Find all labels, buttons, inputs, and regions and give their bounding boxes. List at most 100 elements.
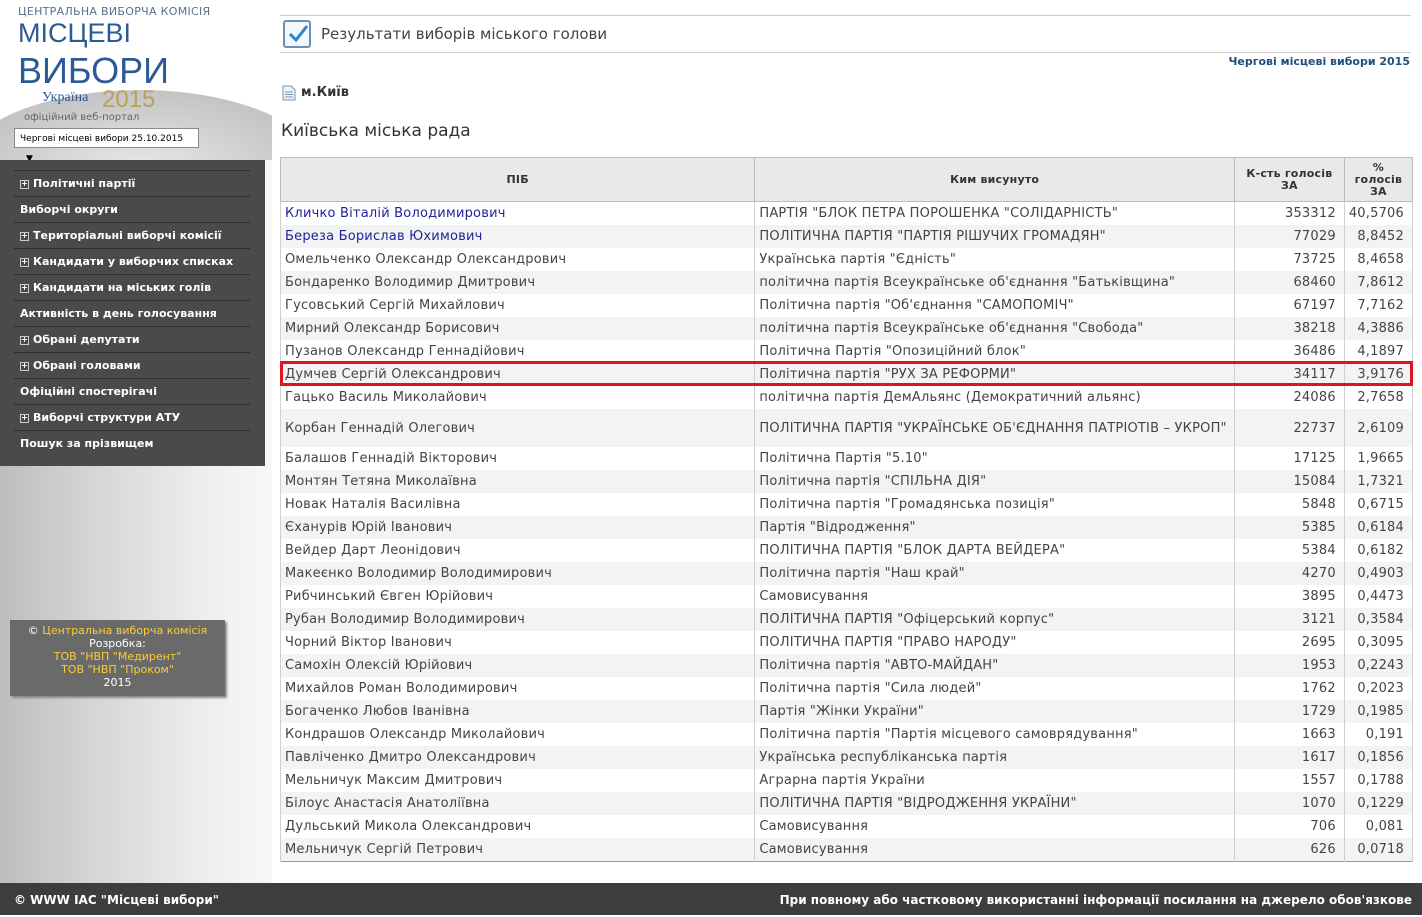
column-header-party[interactable]: Ким висунуто bbox=[754, 157, 1235, 202]
city-name: м.Київ bbox=[301, 85, 349, 100]
votes-percent-cell: 7,7162 bbox=[1343, 294, 1414, 317]
document-icon bbox=[282, 85, 296, 105]
expand-plus-icon[interactable]: + bbox=[20, 336, 29, 345]
candidate-name-cell: Корбан Геннадій Олегович bbox=[279, 409, 756, 447]
table-row: Дульський Микола Олександрович Самовисува… bbox=[279, 815, 1414, 838]
sidebar-item-label: Обрані депутати bbox=[33, 333, 140, 346]
sidebar-item-6[interactable]: + Обрані депутати bbox=[14, 326, 250, 352]
sidebar-item-label: Виборчі округи bbox=[20, 203, 118, 216]
sidebar-item-2[interactable]: + Територіальні виборчі комісії bbox=[14, 222, 250, 248]
expand-plus-icon[interactable]: + bbox=[20, 180, 29, 189]
votes-percent-cell: 0,1229 bbox=[1343, 792, 1414, 815]
sidebar-item-label: Територіальні виборчі комісії bbox=[33, 229, 222, 242]
nominated-by-cell: ПОЛІТИЧНА ПАРТІЯ "ПАРТІЯ РІШУЧИХ ГРОМАДЯ… bbox=[754, 225, 1235, 248]
nominated-by-cell: ПАРТІЯ "БЛОК ПЕТРА ПОРОШЕНКА "СОЛІДАРНІС… bbox=[754, 201, 1235, 225]
council-title: Київська міська рада bbox=[281, 121, 471, 141]
sidebar-item-10[interactable]: Пошук за прізвищем bbox=[14, 430, 250, 456]
sidebar-item-label: Політичні партії bbox=[33, 177, 136, 190]
candidate-name-cell: Богаченко Любов Іванівна bbox=[279, 700, 756, 723]
expand-plus-icon[interactable]: + bbox=[20, 414, 29, 423]
votes-count-cell: 5385 bbox=[1233, 516, 1345, 539]
votes-count-cell: 353312 bbox=[1233, 201, 1345, 225]
votes-percent-cell: 2,7658 bbox=[1343, 386, 1414, 409]
sidebar-item-7[interactable]: + Обрані головами bbox=[14, 352, 250, 378]
footer: © WWW ІАС "Місцеві вибори" При повному а… bbox=[0, 883, 1422, 915]
votes-percent-cell: 4,1897 bbox=[1343, 340, 1414, 363]
votes-count-cell: 73725 bbox=[1233, 248, 1345, 271]
candidate-name-cell: Омельченко Олександр Олександрович bbox=[279, 248, 756, 271]
logo-year: 2015 bbox=[102, 86, 156, 113]
nominated-by-cell: Політична Партія "Опозиційний блок" bbox=[754, 340, 1235, 363]
votes-count-cell: 5384 bbox=[1233, 539, 1345, 562]
votes-percent-cell: 8,4658 bbox=[1343, 248, 1414, 271]
logo-commission-text: ЦЕНТРАЛЬНА ВИБОРЧА КОМІСІЯ bbox=[18, 5, 211, 18]
sidebar-item-label: Офіційні спостерігачі bbox=[20, 385, 158, 398]
nominated-by-cell: Партія "Відродження" bbox=[754, 516, 1235, 539]
table-row: Мельничук Максим Дмитрович Аграрна партія… bbox=[279, 769, 1414, 792]
expand-plus-icon[interactable]: + bbox=[20, 284, 29, 293]
table-row: Павліченко Дмитро Олександрович Українськ… bbox=[279, 746, 1414, 769]
expand-plus-icon[interactable]: + bbox=[20, 258, 29, 267]
logo-portal-text: офіційний веб-портал bbox=[24, 112, 140, 123]
table-row: Омельченко Олександр Олександрович Україн… bbox=[279, 248, 1414, 271]
votes-percent-cell: 0,0718 bbox=[1343, 838, 1414, 862]
election-select[interactable]: Чергові місцеві вибори 25.10.2015 ▼ bbox=[14, 128, 199, 164]
table-row: Монтян Тетяна Миколаївна Політична партія… bbox=[279, 470, 1414, 493]
sidebar-item-3[interactable]: + Кандидати у виборчих списках bbox=[14, 248, 250, 274]
nominated-by-cell: політична партія Всеукраїнське об'єднанн… bbox=[754, 317, 1235, 340]
election-select-value: Чергові місцеві вибори 25.10.2015 bbox=[20, 134, 184, 144]
expand-plus-icon[interactable]: + bbox=[20, 362, 29, 371]
candidate-name-cell: Монтян Тетяна Миколаївна bbox=[279, 470, 756, 493]
candidate-name-cell: Гацько Василь Миколайович bbox=[279, 386, 756, 409]
votes-count-cell: 77029 bbox=[1233, 225, 1345, 248]
candidate-name-cell[interactable]: Кличко Віталій Володимирович bbox=[279, 201, 756, 225]
sidebar-item-9[interactable]: + Виборчі структури АТУ bbox=[14, 404, 250, 430]
checkbox-icon bbox=[283, 20, 311, 48]
copyright-dev2-link[interactable]: ТОВ "НВП "Проком" bbox=[10, 663, 225, 676]
column-header-name[interactable]: ПІБ bbox=[279, 157, 756, 202]
sidebar-item-8[interactable]: Офіційні спостерігачі bbox=[14, 378, 250, 404]
candidate-name-cell: Чорний Віктор Іванович bbox=[279, 631, 756, 654]
candidate-name-cell: Михайлов Роман Володимирович bbox=[279, 677, 756, 700]
candidate-name-cell[interactable]: Береза Борислав Юхимович bbox=[279, 225, 756, 248]
votes-percent-cell: 0,3095 bbox=[1343, 631, 1414, 654]
table-row: Самохін Олексій Юрійович Політична партія… bbox=[279, 654, 1414, 677]
table-row: Кличко Віталій Володимирович ПАРТІЯ "БЛОК… bbox=[279, 201, 1414, 225]
sidebar-item-1[interactable]: Виборчі округи bbox=[14, 196, 250, 222]
expand-plus-icon[interactable]: + bbox=[20, 232, 29, 241]
votes-count-cell: 15084 bbox=[1233, 470, 1345, 493]
candidate-name-cell: Думчев Сергій Олександрович bbox=[279, 363, 756, 386]
votes-percent-cell: 0,6184 bbox=[1343, 516, 1414, 539]
votes-count-cell: 1762 bbox=[1233, 677, 1345, 700]
table-row: Мельничук Сергій Петрович Самовисування 62… bbox=[279, 838, 1414, 862]
sidebar-item-label: Кандидати у виборчих списках bbox=[33, 255, 234, 268]
votes-percent-cell: 1,9665 bbox=[1343, 447, 1414, 470]
candidate-name-cell: Мирний Олександр Борисович bbox=[279, 317, 756, 340]
votes-percent-cell: 0,6715 bbox=[1343, 493, 1414, 516]
nominated-by-cell: Самовисування bbox=[754, 585, 1235, 608]
votes-percent-cell: 0,4903 bbox=[1343, 562, 1414, 585]
nominated-by-cell: Політична партія "Партія місцевого самов… bbox=[754, 723, 1235, 746]
votes-count-cell: 1557 bbox=[1233, 769, 1345, 792]
votes-percent-cell: 0,4473 bbox=[1343, 585, 1414, 608]
table-row: Балашов Геннадій Вікторович Політична Пар… bbox=[279, 447, 1414, 470]
column-header-votes[interactable]: К-сть голосів ЗА bbox=[1233, 157, 1345, 202]
copyright-org-link[interactable]: Центральна виборча комісія bbox=[42, 624, 207, 637]
candidate-name-cell: Рибчинський Євген Юрійович bbox=[279, 585, 756, 608]
table-row: Пузанов Олександр Геннадійович Політична … bbox=[279, 340, 1414, 363]
copyright-dev1-link[interactable]: ТОВ "НВП "Медирент" bbox=[10, 650, 225, 663]
votes-count-cell: 4270 bbox=[1233, 562, 1345, 585]
votes-percent-cell: 0,3584 bbox=[1343, 608, 1414, 631]
sidebar-item-0[interactable]: + Політичні партії bbox=[14, 170, 250, 196]
sidebar-item-label: Обрані головами bbox=[33, 359, 141, 372]
table-row: Корбан Геннадій Олегович ПОЛІТИЧНА ПАРТІЯ… bbox=[279, 409, 1414, 447]
table-row: Богаченко Любов Іванівна Партія "Жінки Ук… bbox=[279, 700, 1414, 723]
votes-percent-cell: 2,6109 bbox=[1343, 409, 1414, 447]
sidebar-item-5[interactable]: Активність в день голосування bbox=[14, 300, 250, 326]
sidebar-item-4[interactable]: + Кандидати на міських голів bbox=[14, 274, 250, 300]
copyright-dev-label: Розробка: bbox=[89, 637, 146, 650]
column-header-percent[interactable]: % голосів ЗА bbox=[1343, 157, 1414, 202]
election-link[interactable]: Чергові місцеві вибори 2015 bbox=[1229, 55, 1410, 68]
votes-count-cell: 17125 bbox=[1233, 447, 1345, 470]
votes-percent-cell: 0,6182 bbox=[1343, 539, 1414, 562]
